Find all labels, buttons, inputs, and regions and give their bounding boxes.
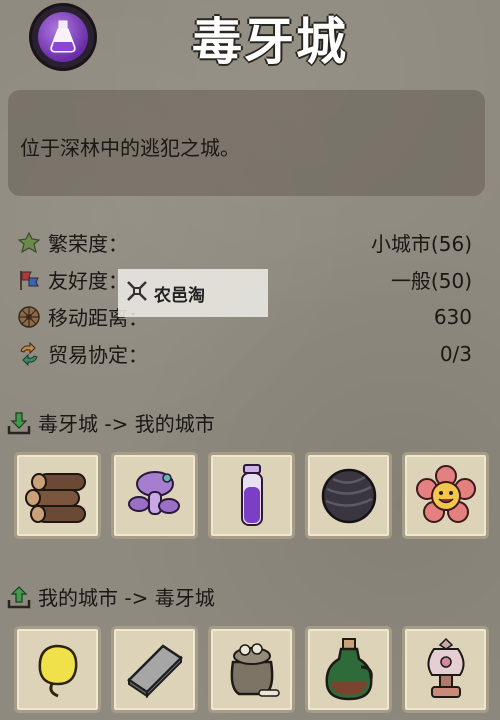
flag-icon — [16, 267, 42, 293]
import-item-vase[interactable] — [402, 626, 489, 713]
export-item-mushroom[interactable] — [111, 452, 198, 539]
stat-value: 一般(50) — [390, 269, 472, 293]
export-item-log[interactable] — [14, 452, 101, 539]
stat-prosperity: 繁荣度： 小城市(56) — [16, 224, 472, 261]
description-panel: 位于深林中的逃犯之城。 — [8, 90, 485, 196]
log-icon — [24, 472, 86, 523]
import-item-bottle[interactable] — [305, 626, 392, 713]
import-item-metal-bar[interactable] — [111, 626, 198, 713]
purple-potion-icon — [240, 463, 263, 526]
stat-value: 630 — [433, 304, 472, 329]
export-item-flower[interactable] — [402, 452, 489, 539]
stat-label: 繁荣度： — [48, 232, 128, 256]
green-bottle-icon — [325, 637, 373, 700]
bone-sack-icon — [230, 642, 280, 697]
watermark-text: 农邑淘 — [154, 285, 205, 306]
import-item-seed[interactable] — [14, 626, 101, 713]
wheel-icon — [16, 304, 42, 330]
purple-mushroom-icon — [127, 470, 180, 515]
dark-ball-icon — [321, 468, 376, 523]
exports-heading: 毒牙城 -> 我的城市 — [6, 408, 215, 437]
watermark-logo-icon — [124, 278, 150, 308]
imports-items — [14, 626, 499, 713]
prosperity-leaf-icon — [16, 230, 42, 256]
exports-title: 毒牙城 -> 我的城市 — [38, 412, 215, 436]
imports-heading: 我的城市 -> 毒牙城 — [6, 582, 215, 611]
imports-title: 我的城市 -> 毒牙城 — [38, 586, 215, 610]
download-arrow-icon — [6, 410, 32, 436]
metal-bar-icon — [126, 643, 183, 698]
stat-value: 小城市(56) — [370, 232, 472, 256]
city-title: 毒牙城 — [192, 13, 348, 71]
yellow-seed-icon — [38, 644, 77, 697]
exports-items — [14, 452, 499, 539]
trade-arrows-icon — [16, 341, 42, 367]
ornate-vase-icon — [427, 637, 464, 698]
upload-arrow-icon — [6, 584, 32, 610]
city-description: 位于深林中的逃犯之城。 — [20, 136, 240, 160]
stat-label: 友好度： — [48, 269, 128, 293]
watermark: 农邑淘 — [118, 269, 268, 317]
export-item-potion[interactable] — [208, 452, 295, 539]
stat-value: 0/3 — [439, 341, 472, 366]
import-item-bone-sack[interactable] — [208, 626, 295, 713]
flower-face-icon — [415, 464, 476, 523]
stat-label: 贸易协定： — [48, 343, 148, 367]
stat-trade-agreements: 贸易协定： 0/3 — [16, 335, 472, 372]
export-item-ball[interactable] — [305, 452, 392, 539]
